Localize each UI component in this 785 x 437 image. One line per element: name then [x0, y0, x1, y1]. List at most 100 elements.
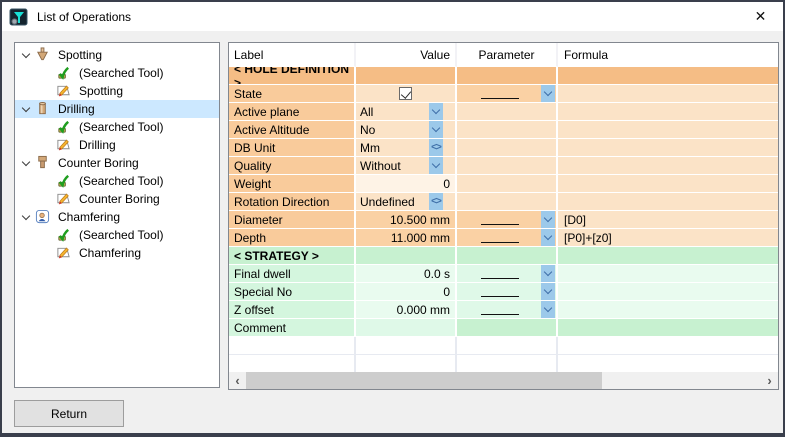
state-checkbox[interactable]: [399, 87, 412, 100]
chevron-down-icon[interactable]: [541, 229, 555, 246]
chevron-down-icon[interactable]: [541, 85, 555, 102]
tree-item-label: Counter Boring: [76, 192, 163, 206]
depth-value-field[interactable]: 11.000 mm: [356, 229, 457, 247]
chevron-expanded-icon[interactable]: [18, 102, 33, 117]
column-header-label: Label: [229, 43, 356, 67]
tree-item-label: (Searched Tool): [76, 228, 167, 242]
list-of-operations-dialog: List of Operations ✕ Spotting (Searched …: [0, 0, 785, 437]
searched-tool-icon: [56, 65, 72, 81]
tree-item-chamfering-searched-tool[interactable]: (Searched Tool): [15, 226, 219, 244]
chevron-down-icon[interactable]: [429, 157, 443, 174]
tree-item-drilling-group[interactable]: Drilling: [15, 100, 219, 118]
column-header-formula: Formula: [558, 43, 778, 67]
table-row-state: State: [229, 85, 778, 103]
comment-value-field[interactable]: [356, 319, 457, 337]
parameter-line: [481, 286, 519, 297]
return-button[interactable]: Return: [14, 400, 124, 427]
scroll-left-icon[interactable]: ‹: [229, 372, 246, 389]
formula-value: [D0]: [558, 211, 778, 229]
chevron-down-icon[interactable]: [429, 103, 443, 120]
parameter-line: [481, 214, 519, 225]
chevron-down-icon[interactable]: [541, 265, 555, 282]
scrollbar-track[interactable]: [602, 372, 761, 389]
section-label: < HOLE DEFINITION >: [229, 67, 356, 85]
horizontal-scrollbar[interactable]: ‹ ›: [229, 372, 778, 389]
row-label: Depth: [229, 229, 356, 247]
table-row-active-altitude: Active Altitude No: [229, 121, 778, 139]
tree-item-counter-boring-operation[interactable]: Counter Boring: [15, 190, 219, 208]
operations-tree: Spotting (Searched Tool) Spotting: [14, 42, 220, 388]
titlebar[interactable]: List of Operations ✕: [2, 2, 783, 31]
section-row-strategy: < STRATEGY >: [229, 247, 778, 265]
row-label: Rotation Direction: [229, 193, 356, 211]
table-row-comment: Comment: [229, 319, 778, 337]
chevron-down-icon[interactable]: [541, 211, 555, 228]
close-icon[interactable]: ✕: [738, 2, 783, 31]
row-label: Quality: [229, 157, 356, 175]
scroll-right-icon[interactable]: ›: [761, 372, 778, 389]
quality-select[interactable]: Without: [356, 157, 443, 174]
special-no-value-field[interactable]: 0: [356, 283, 457, 301]
diameter-value-field[interactable]: 10.500 mm: [356, 211, 457, 229]
tree-item-label: (Searched Tool): [76, 174, 167, 188]
chevron-expanded-icon[interactable]: [18, 210, 33, 225]
drilling-tool-icon: [35, 101, 51, 117]
active-altitude-select[interactable]: No: [356, 121, 443, 138]
z-offset-value-field[interactable]: 0.000 mm: [356, 301, 457, 319]
section-row-hole-definition: < HOLE DEFINITION >: [229, 67, 778, 85]
chevron-expanded-icon[interactable]: [18, 156, 33, 171]
spinner-icon[interactable]: <>: [429, 193, 443, 210]
chevron-down-icon[interactable]: [429, 121, 443, 138]
row-label: Active plane: [229, 103, 356, 121]
parameter-line: [481, 268, 519, 279]
table-row-depth: Depth 11.000 mm [P0]+[z0]: [229, 229, 778, 247]
chevron-down-icon[interactable]: [541, 301, 555, 318]
tree-item-spotting-operation[interactable]: Spotting: [15, 82, 219, 100]
row-label: Comment: [229, 319, 356, 337]
searched-tool-icon: [56, 173, 72, 189]
row-label: State: [229, 85, 356, 103]
tree-item-drilling-operation[interactable]: Drilling: [15, 136, 219, 154]
table-row-rotation-direction: Rotation Direction Undefined <>: [229, 193, 778, 211]
tree-item-drilling-searched-tool[interactable]: (Searched Tool): [15, 118, 219, 136]
row-label: Weight: [229, 175, 356, 193]
table-header-row: Label Value Parameter Formula: [229, 43, 778, 67]
tree-item-label: Drilling: [55, 102, 98, 116]
table-row-quality: Quality Without: [229, 157, 778, 175]
table-row-diameter: Diameter 10.500 mm [D0]: [229, 211, 778, 229]
spinner-icon[interactable]: <>: [429, 139, 443, 156]
tree-item-label: Spotting: [55, 48, 105, 62]
row-label: DB Unit: [229, 139, 356, 157]
tree-item-label: Drilling: [76, 138, 119, 152]
chevron-down-icon[interactable]: [541, 283, 555, 300]
operation-sheet-icon: [56, 245, 72, 261]
tree-item-spotting-group[interactable]: Spotting: [15, 46, 219, 64]
tree-item-counter-boring-group[interactable]: Counter Boring: [15, 154, 219, 172]
parameter-line: [481, 304, 519, 315]
tree-item-counter-boring-searched-tool[interactable]: (Searched Tool): [15, 172, 219, 190]
column-header-value: Value: [356, 43, 457, 67]
chamfering-tool-icon: [35, 209, 51, 225]
app-icon: [9, 7, 29, 27]
scrollbar-thumb[interactable]: [246, 372, 602, 389]
rotation-direction-spinner[interactable]: Undefined <>: [356, 193, 443, 210]
table-row-z-offset: Z offset 0.000 mm: [229, 301, 778, 319]
operation-sheet-icon: [56, 137, 72, 153]
empty-row: [229, 355, 778, 372]
tree-item-label: Chamfering: [55, 210, 123, 224]
chevron-expanded-icon[interactable]: [18, 48, 33, 63]
tree-item-spotting-searched-tool[interactable]: (Searched Tool): [15, 64, 219, 82]
weight-value-field[interactable]: 0: [356, 175, 457, 193]
table-row-special-no: Special No 0: [229, 283, 778, 301]
tree-item-chamfering-operation[interactable]: Chamfering: [15, 244, 219, 262]
searched-tool-icon: [56, 227, 72, 243]
spotting-tool-icon: [35, 47, 51, 63]
table-row-db-unit: DB Unit Mm <>: [229, 139, 778, 157]
operation-sheet-icon: [56, 83, 72, 99]
table-row-final-dwell: Final dwell 0.0 s: [229, 265, 778, 283]
db-unit-spinner[interactable]: Mm <>: [356, 139, 443, 156]
row-label: Special No: [229, 283, 356, 301]
tree-item-chamfering-group[interactable]: Chamfering: [15, 208, 219, 226]
active-plane-select[interactable]: All: [356, 103, 443, 120]
final-dwell-value-field[interactable]: 0.0 s: [356, 265, 457, 283]
